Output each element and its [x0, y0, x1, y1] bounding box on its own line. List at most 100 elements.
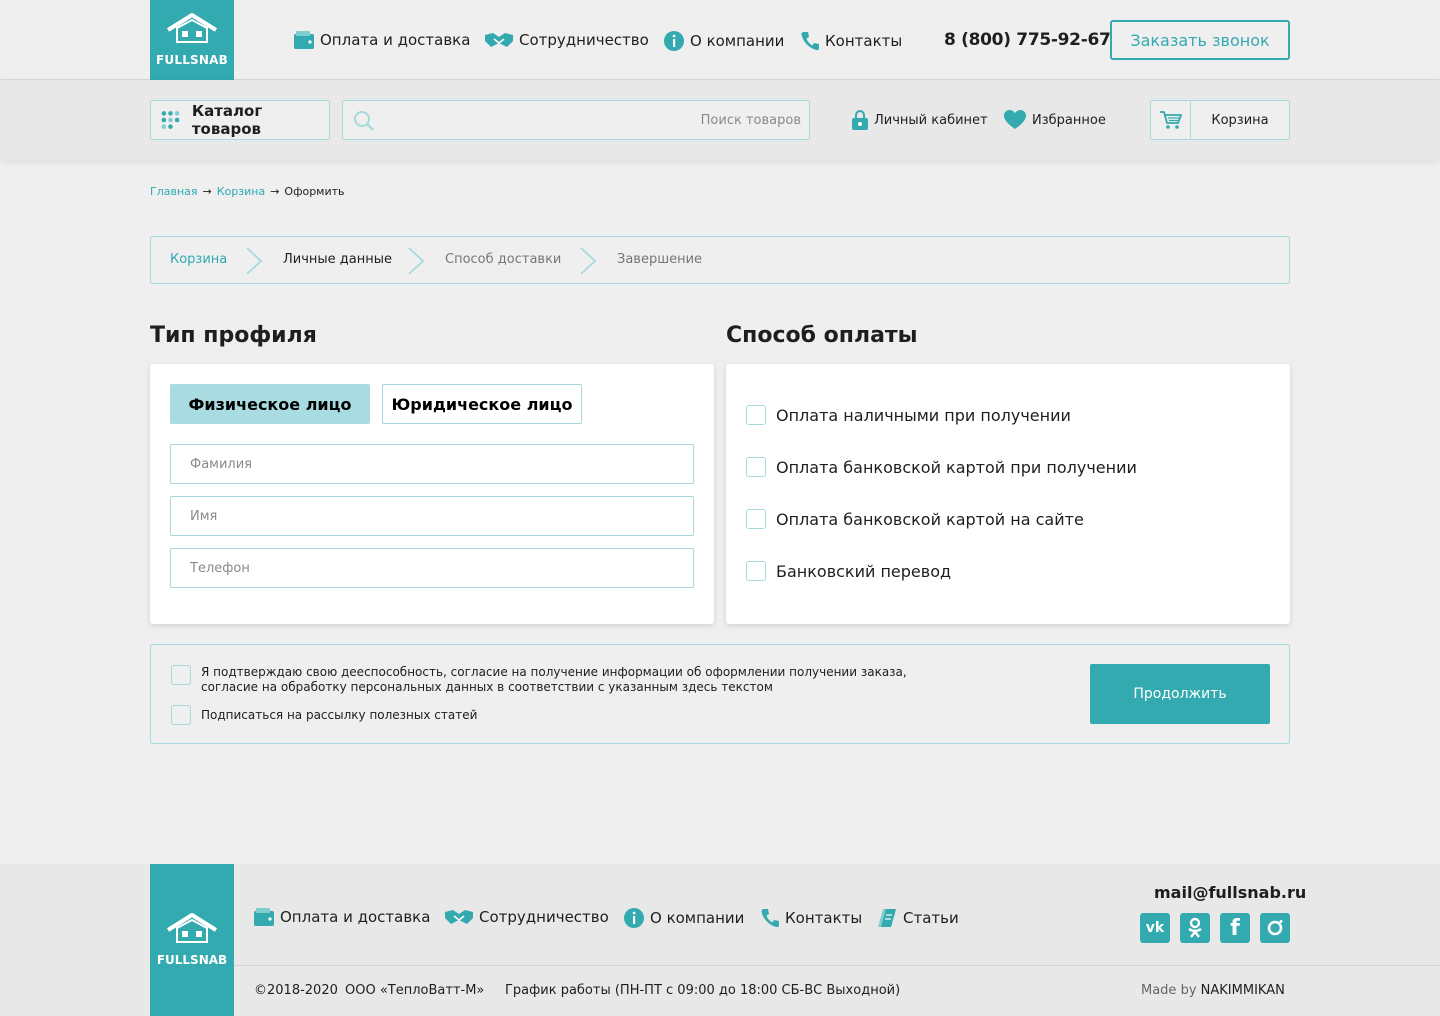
info-icon [624, 908, 644, 928]
house-logo-icon [166, 913, 218, 943]
checkbox[interactable] [746, 509, 766, 529]
footer-nav-contacts[interactable]: Контакты [761, 908, 862, 928]
payment-card [726, 364, 1290, 624]
instagram-icon[interactable] [1260, 913, 1290, 943]
checkbox[interactable] [171, 705, 191, 725]
cart-label: Корзина [1211, 112, 1269, 128]
search-icon [354, 111, 374, 131]
nav-about[interactable]: О компании [664, 31, 784, 51]
footer-divider [234, 965, 1440, 966]
chevron-right-icon [246, 247, 263, 275]
breadcrumb-separator: → [270, 185, 280, 198]
phone-icon [801, 32, 819, 51]
nav-label: Сотрудничество [519, 31, 649, 49]
favorites-label: Избранное [1032, 112, 1106, 128]
cart-icon-box [1151, 101, 1191, 139]
footer-logo[interactable]: FULLSNAB [150, 864, 234, 1016]
payment-method-title: Способ оплаты [726, 323, 918, 348]
step-personal-data: Личные данные [283, 252, 393, 267]
lastname-field[interactable] [170, 444, 694, 484]
nav-label: О компании [690, 32, 785, 50]
odnoklassniki-glyph [1188, 917, 1202, 938]
footer-email[interactable]: mail@fullsnab.ru [1154, 883, 1306, 902]
payment-option-bank-transfer[interactable]: Банковский перевод [746, 561, 951, 581]
payment-option-label: Оплата наличными при получении [776, 405, 1071, 425]
continue-button[interactable]: Продолжить [1090, 664, 1270, 724]
footer-nav-about[interactable]: О компании [624, 908, 744, 928]
info-icon [664, 31, 684, 51]
payment-option-label: Оплата банковской картой на сайте [776, 509, 1084, 529]
checkbox[interactable] [171, 665, 191, 685]
payment-option-label: Оплата банковской картой при получении [776, 457, 1137, 477]
payment-option-card-on-delivery[interactable]: Оплата банковской картой при получении [746, 457, 1137, 477]
breadcrumb-separator: → [202, 185, 212, 198]
wallet-icon [294, 31, 314, 49]
chevron-right-icon [408, 247, 425, 275]
search-box[interactable] [342, 100, 810, 140]
checkbox[interactable] [746, 405, 766, 425]
made-by-name: NAKIMMIKAN [1200, 983, 1285, 998]
step-delivery: Способ доставки [445, 252, 562, 267]
catalog-grid-icon [161, 111, 180, 129]
search-input[interactable] [385, 101, 801, 139]
favorites-link[interactable]: Избранное [1004, 110, 1106, 130]
logo-text: FULLSNAB [156, 953, 228, 967]
breadcrumb-cart[interactable]: Корзина [217, 185, 265, 198]
nav-payment-delivery[interactable]: Оплата и доставка [294, 31, 470, 49]
lock-icon [852, 110, 868, 130]
profile-type-title: Тип профиля [150, 323, 317, 348]
header-phone[interactable]: 8 (800) 775-92-67 [944, 30, 1111, 50]
footer-nav-payment-delivery[interactable]: Оплата и доставка [254, 908, 430, 926]
footer-nav-cooperation[interactable]: Сотрудничество [445, 908, 609, 926]
cart-button[interactable]: Корзина [1150, 100, 1290, 140]
logo-text: FULLSNAB [156, 53, 228, 67]
consent-line-2: согласие на обработку персональных данны… [201, 680, 773, 694]
footer-schedule: График работы (ПН-ПТ с 09:00 до 18:00 СБ… [505, 983, 901, 998]
odnoklassniki-icon[interactable] [1180, 913, 1210, 943]
consent-checkbox-row[interactable]: Я подтверждаю свою дееспособность, согла… [171, 665, 907, 695]
nav-label: Оплата и доставка [320, 31, 471, 49]
cart-icon [1159, 111, 1182, 129]
handshake-icon [445, 910, 473, 924]
checkout-steps: Корзина Личные данные Способ доставки За… [150, 236, 1290, 284]
nav-contacts[interactable]: Контакты [801, 31, 902, 51]
checkbox[interactable] [746, 457, 766, 477]
footer-company: ООО «ТеплоВатт-М» [345, 983, 485, 998]
phone-icon [761, 909, 779, 928]
callback-button[interactable]: Заказать звонок [1110, 20, 1290, 60]
handshake-icon [485, 33, 513, 47]
personal-cabinet-link[interactable]: Личный кабинет [852, 110, 988, 130]
chevron-right-icon [580, 247, 597, 275]
wallet-icon [254, 908, 274, 926]
logo[interactable]: FULLSNAB [150, 0, 234, 80]
payment-option-card-online[interactable]: Оплата банковской картой на сайте [746, 509, 1084, 529]
payment-option-cash[interactable]: Оплата наличными при получении [746, 405, 1071, 425]
consent-line-1: Я подтверждаю свою дееспособность, согла… [201, 665, 907, 679]
phone-field[interactable] [170, 548, 694, 588]
facebook-icon[interactable]: f [1220, 913, 1250, 943]
consent-text: Я подтверждаю свою дееспособность, согла… [201, 665, 907, 695]
firstname-field[interactable] [170, 496, 694, 536]
breadcrumb: Главная → Корзина → Оформить [150, 185, 345, 198]
vk-icon[interactable]: vk [1140, 913, 1170, 943]
subscribe-checkbox-row[interactable]: Подписаться на рассылку полезных статей [171, 705, 477, 725]
made-by[interactable]: Made by NAKIMMIKAN [1141, 983, 1285, 998]
made-by-prefix: Made by [1141, 983, 1197, 998]
house-logo-icon [166, 13, 218, 43]
payment-option-label: Банковский перевод [776, 561, 952, 581]
footer-nav-label: Контакты [785, 909, 863, 927]
nav-cooperation[interactable]: Сотрудничество [485, 31, 649, 49]
footer-nav-articles[interactable]: Статьи [877, 908, 959, 928]
footer-nav-label: О компании [650, 909, 745, 927]
footer-nav-label: Статьи [903, 909, 959, 927]
checkbox[interactable] [746, 561, 766, 581]
catalog-button[interactable]: Каталог товаров [150, 100, 330, 140]
catalog-label: Каталог товаров [191, 102, 263, 138]
cabinet-label: Личный кабинет [874, 112, 988, 128]
breadcrumb-home[interactable]: Главная [150, 185, 198, 198]
individual-type-button[interactable]: Физическое лицо [170, 384, 370, 424]
footer-copyright: ©2018-2020 [254, 983, 338, 998]
legal-entity-type-button[interactable]: Юридическое лицо [382, 384, 582, 424]
footer-nav-label: Сотрудничество [479, 908, 609, 926]
step-cart[interactable]: Корзина [170, 252, 227, 267]
